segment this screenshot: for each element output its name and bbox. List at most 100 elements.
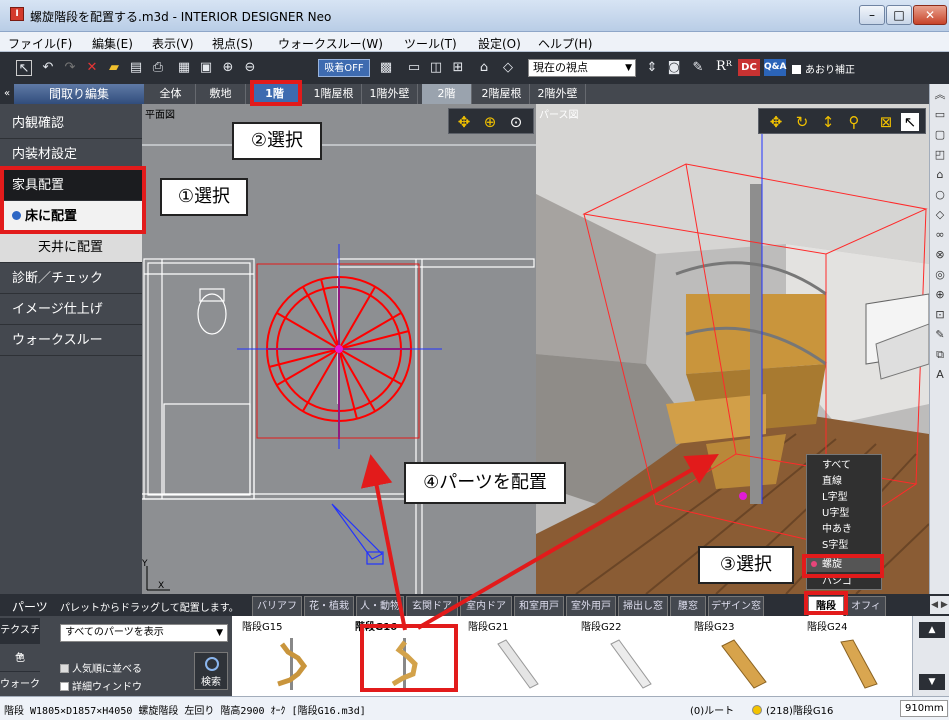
sidebar-item-walkthrough[interactable]: ウォークスルー [0,325,142,356]
pointer-icon[interactable]: ↖ [901,113,919,131]
tab-all[interactable]: 全体 [146,84,196,104]
category-tab-barrierfree[interactable]: バリアフリー [252,596,302,632]
category-scroll-arrows[interactable]: ◀ ▶ [930,596,949,614]
side-tab-walk[interactable]: ウォーク [0,672,40,698]
scroll-down-button[interactable]: ▼ [919,674,945,690]
category-tab-plants[interactable]: 花・植栽 [304,596,354,616]
orbit-icon[interactable]: ↻ [793,113,811,131]
maximize-button[interactable]: □ [886,5,912,25]
move-vertical-icon[interactable]: ↕ [819,113,837,131]
stair-type-straight[interactable]: 直線 [807,474,883,489]
layout-single-icon[interactable]: ▭ [406,60,422,76]
part-item-g24[interactable]: 階段G24 [797,616,910,696]
parts-scrollbar[interactable]: ▲ ▼ [912,616,949,696]
pan-icon[interactable]: ✥ [767,113,785,131]
tab-floor-2[interactable]: 2階 [422,84,472,104]
camera-save-icon[interactable]: ◙ [666,60,682,76]
part-item-g23[interactable]: 階段G23 [684,616,797,696]
collapse-panel-button[interactable]: « [0,84,14,104]
layer-tool-icon[interactable]: ⧉ [932,348,948,362]
measure-icon[interactable]: ✎ [690,60,706,76]
popular-order-checkbox[interactable]: 人気順に並べる [60,660,142,675]
category-tab-entrance-door[interactable]: 玄関ドア [406,596,458,616]
redo-icon[interactable]: ↷ [62,60,78,76]
detail-window-checkbox[interactable]: 詳細ウィンドウ [60,678,142,693]
part-item-g22[interactable]: 階段G22 [571,616,684,696]
tab-floor-1-roof[interactable]: 1階屋根 [306,84,362,104]
minimize-button[interactable]: – [859,5,885,25]
fit-view-icon[interactable]: ⊠ [877,113,895,131]
open-folder-icon[interactable]: ▰ [106,60,122,76]
scale-icon[interactable]: ⊙ [507,113,525,131]
layout-split-icon[interactable]: ◫ [428,60,444,76]
sidebar-item-diagnosis[interactable]: 診断／チェック [0,263,142,294]
roof-tool-icon[interactable]: ⌂ [932,168,948,182]
save-icon[interactable]: ▤ [128,60,144,76]
category-tab-interior-door[interactable]: 室内ドア [460,596,512,616]
menu-settings[interactable]: 設定(O) [478,35,521,52]
close-button[interactable]: ✕ [913,5,947,25]
cube-tool-icon[interactable]: ◇ [932,208,948,222]
wall-tool-icon[interactable]: ▭ [932,108,948,122]
sidebar-item-place-on-ceiling[interactable]: 天井に配置 [0,232,142,263]
side-tab-texture[interactable]: テクスチャ [0,618,40,662]
mode-tab-floorplan-edit[interactable]: 間取り編集 [14,84,144,104]
stair-type-all[interactable]: すべて [807,458,883,473]
viewpoint-select[interactable]: 現在の視点 ▼ [528,59,636,77]
menu-help[interactable]: ヘルプ(H) [538,35,592,52]
target-tool-icon[interactable]: ◎ [932,268,948,282]
stair-type-s[interactable]: S字型 [807,538,883,553]
category-tab-sweep-window[interactable]: 掃出し窓 [618,596,668,616]
scroll-up-button[interactable]: ▲ [919,622,945,638]
zoom-icon[interactable]: ⊕ [481,113,499,131]
stair-type-u[interactable]: U字型 [807,506,883,521]
snap-toggle-button[interactable]: 吸着OFF [318,59,370,77]
menu-file[interactable]: ファイル(F) [8,35,72,52]
tab-floor-2-exterior[interactable]: 2階外壁 [530,84,586,104]
look-icon[interactable]: ⚲ [845,113,863,131]
sidebar-item-interior-check[interactable]: 内観確認 [0,108,142,139]
collapse-up-icon[interactable]: ︽ [932,88,948,102]
pan-tool-icon[interactable]: ⊡ [932,308,948,322]
grid-unit-field[interactable]: 910mm [900,700,948,717]
menu-tools[interactable]: ツール(T) [404,35,457,52]
print-icon[interactable]: ⎙ [150,60,166,76]
select-icon[interactable]: ↖ [16,60,32,76]
zoom-out-icon[interactable]: ⊖ [242,60,258,76]
menu-viewpoint[interactable]: 視点(S) [212,35,253,52]
category-tab-office[interactable]: オフィス [846,596,886,632]
sphere-tool-icon[interactable]: ○ [932,188,948,202]
search-button[interactable]: 検索 [194,652,228,690]
viewpoint-stepper-icon[interactable]: ⇕ [644,60,660,76]
stair-type-l[interactable]: L字型 [807,490,883,505]
house-view-icon[interactable]: ⌂ [476,60,492,76]
camera-icon[interactable]: ▣ [198,60,214,76]
grid-icon[interactable]: ▩ [378,60,394,76]
sidebar-item-image-finish[interactable]: イメージ仕上げ [0,294,142,325]
tilt-correction-checkbox[interactable]: あおり補正 [792,61,855,76]
part-item-g21[interactable]: 階段G21 [458,616,571,696]
grid-view-icon[interactable]: ▦ [176,60,192,76]
category-tab-exterior-door[interactable]: 室外用戸 [566,596,616,616]
render-button[interactable]: Rᴿ [716,59,732,74]
menu-view[interactable]: 表示(V) [152,35,194,52]
measure-tool-icon[interactable]: ⊕ [932,288,948,302]
part-item-g15[interactable]: 階段G15 [232,616,345,696]
layout-quad-icon[interactable]: ⊞ [450,60,466,76]
undo-icon[interactable]: ↶ [40,60,56,76]
window-tool-icon[interactable]: ▢ [932,128,948,142]
delete-icon[interactable]: ✕ [84,60,100,76]
category-tab-japanese-door[interactable]: 和室用戸 [514,596,564,616]
pen-tool-icon[interactable]: ✎ [932,328,948,342]
link-tool-icon[interactable]: ⊗ [932,248,948,262]
stair-type-open[interactable]: 中あき [807,522,883,537]
pan-icon[interactable]: ✥ [455,113,473,131]
qa-button[interactable]: Q&A [764,59,786,76]
category-tab-design-window[interactable]: デザイン窓 [708,596,764,616]
tab-site[interactable]: 敷地 [196,84,246,104]
menu-edit[interactable]: 編集(E) [92,35,133,52]
tab-floor-1-exterior[interactable]: 1階外壁 [362,84,418,104]
zoom-in-icon[interactable]: ⊕ [220,60,236,76]
side-tab-color[interactable]: 色 [0,646,40,672]
category-tab-people[interactable]: 人・動物 [356,596,404,616]
